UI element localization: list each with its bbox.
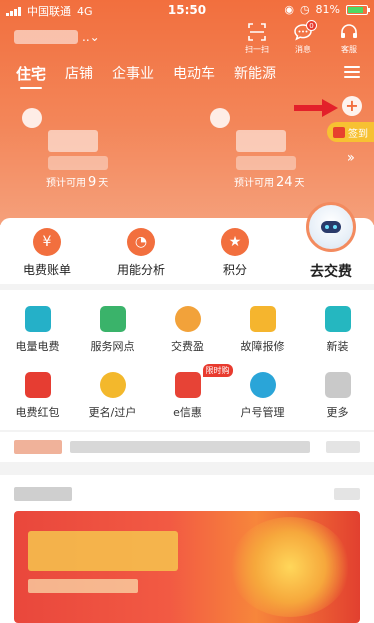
account-name-blurred <box>14 30 78 44</box>
robot-assistant-icon[interactable] <box>306 202 356 252</box>
plus-icon: + <box>345 96 359 115</box>
service-outlets[interactable]: 服务网点 <box>75 306 150 354</box>
days-available: 预计可用 24 天 <box>234 175 305 190</box>
double-chevron-right-icon[interactable]: ›› <box>347 150 355 166</box>
scan-icon <box>248 23 266 41</box>
signin-label: 签到 <box>348 128 368 140</box>
customer-service-button[interactable]: 客服 <box>332 22 366 55</box>
battery-fill <box>348 6 363 13</box>
lightning-icon <box>249 306 276 332</box>
quick-label: 用能分析 <box>116 263 165 277</box>
account-card-1[interactable]: 预计可用 9 天 <box>22 108 152 190</box>
messages-label: 消息 <box>295 45 311 54</box>
screen-icon <box>24 306 51 332</box>
banner-graphic <box>230 517 350 617</box>
star-icon: ★ <box>221 228 249 256</box>
service-label: 客服 <box>341 45 357 54</box>
account-info-blurred <box>236 130 286 152</box>
chevron-down-icon: ..⌄ <box>82 30 100 44</box>
notice-tag-blurred <box>14 440 62 454</box>
piggy-bank-icon <box>174 306 201 332</box>
points-button[interactable]: ★ 积分 <box>200 228 270 278</box>
headset-icon <box>341 24 357 38</box>
section-more-blurred[interactable] <box>334 488 360 500</box>
account-card-2[interactable]: 预计可用 24 天 <box>210 108 340 190</box>
scan-button[interactable]: 扫一扫 <box>240 22 274 55</box>
users-icon <box>99 372 126 398</box>
status-bar: 中国联通 4G 15:50 ◉ ◷ 81% <box>0 0 374 20</box>
banner-headline-blurred <box>28 531 178 571</box>
account-number-blurred <box>236 156 296 170</box>
promo-section <box>0 475 374 623</box>
banner-subtitle-blurred <box>28 579 138 593</box>
tab-electric-vehicle[interactable]: 电动车 <box>173 63 215 84</box>
section-title-blurred <box>14 487 72 501</box>
user-gear-icon <box>249 372 276 398</box>
service-fault-report[interactable]: 故障报修 <box>225 306 300 354</box>
scan-label: 扫一扫 <box>245 45 269 54</box>
red-envelope-icon <box>24 372 51 398</box>
service-new-install[interactable]: 新装 <box>300 306 374 354</box>
alarm-icon: ◷ <box>299 3 310 16</box>
messages-button[interactable]: 0 消息 <box>286 20 320 55</box>
quick-label: 电费账单 <box>22 263 71 277</box>
notice-bar[interactable] <box>0 432 374 462</box>
service-rename-transfer[interactable]: 更名/过户 <box>75 372 150 420</box>
electricity-bill-button[interactable]: ¥ 电费账单 <box>12 228 82 278</box>
category-tabs: 住宅 店铺 企事业 电动车 新能源 <box>16 63 276 89</box>
service-more[interactable]: 更多 <box>300 372 374 420</box>
tab-enterprise[interactable]: 企事业 <box>112 63 154 84</box>
messages-badge: 0 <box>306 20 317 31</box>
map-pin-icon <box>99 306 126 332</box>
house-icon <box>22 108 42 128</box>
energy-analysis-button[interactable]: ◔ 用能分析 <box>106 228 176 278</box>
menu-icon[interactable] <box>344 66 360 81</box>
gift-icon <box>333 126 345 138</box>
quick-label: 积分 <box>222 263 247 277</box>
services-grid: 电量电费 服务网点 交费盈 故障报修 新装 电费红包 更名/过户 限时购 e信惠… <box>0 290 374 430</box>
notice-more-blurred <box>326 441 360 453</box>
service-electricity-usage[interactable]: 电量电费 <box>0 306 75 354</box>
meter-icon <box>324 306 351 332</box>
service-account-management[interactable]: 户号管理 <box>225 372 300 420</box>
promo-banner[interactable] <box>14 511 360 623</box>
grid-icon <box>324 372 351 398</box>
tab-new-energy[interactable]: 新能源 <box>234 63 276 84</box>
service-payment-plus[interactable]: 交费盈 <box>150 306 225 354</box>
red-arrow-annotation <box>294 99 338 117</box>
cart-icon: 限时购 <box>174 364 233 398</box>
service-red-envelope[interactable]: 电费红包 <box>0 372 75 420</box>
account-info-blurred <box>48 130 98 152</box>
yuan-icon: ¥ <box>33 228 61 256</box>
go-pay-button[interactable]: 去交费 <box>310 261 352 281</box>
tab-residential[interactable]: 住宅 <box>16 63 46 89</box>
service-e-xinhui[interactable]: 限时购 e信惠 <box>150 364 233 420</box>
battery-percent: 81% <box>315 3 340 16</box>
lock-rotation-icon: ◉ <box>284 3 294 16</box>
signin-button[interactable]: 签到 <box>327 122 374 142</box>
notice-text-blurred <box>70 441 310 453</box>
battery-icon <box>346 4 370 15</box>
house-icon <box>210 108 230 128</box>
account-selector[interactable]: ..⌄ <box>14 30 100 44</box>
account-number-blurred <box>48 156 108 170</box>
tab-shop[interactable]: 店铺 <box>65 63 93 84</box>
days-available: 预计可用 9 天 <box>46 175 109 190</box>
pie-chart-icon: ◔ <box>127 228 155 256</box>
add-account-button[interactable]: + <box>342 96 362 116</box>
